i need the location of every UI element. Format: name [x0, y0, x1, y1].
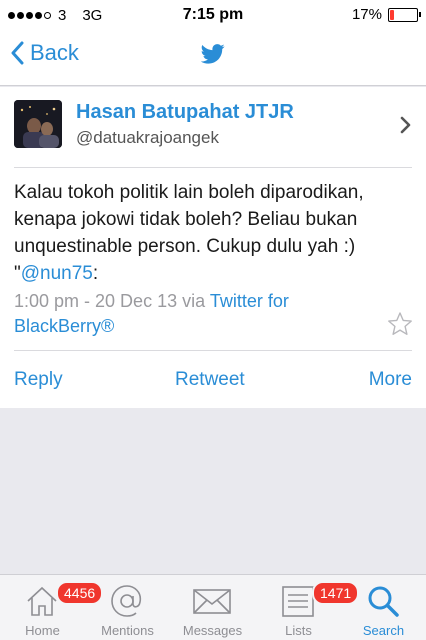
tab-home-label: Home [25, 623, 60, 638]
tweet-actions: Reply Retweet More [14, 367, 412, 395]
tweet-detail-card: Hasan Batupahat JTJR @datuakrajoangek Ka… [0, 87, 426, 408]
at-icon [111, 585, 142, 617]
status-bar: 3 3G 7:15 pm 17% [0, 0, 426, 30]
divider [14, 350, 412, 351]
tab-lists-label: Lists [285, 623, 312, 638]
favorite-star-icon[interactable] [387, 311, 413, 337]
tweet-timestamp: 1:00 pm - 20 Dec 13 [14, 291, 178, 311]
tab-lists[interactable]: 1471 Lists [256, 575, 360, 640]
mention-link[interactable]: @nun75 [21, 263, 93, 284]
author-handle: @datuakrajoangek [76, 128, 219, 147]
home-icon [27, 586, 57, 616]
tweet-text-tail: : [92, 263, 99, 284]
avatar[interactable] [14, 100, 62, 148]
tab-home[interactable]: 4456 Home [0, 575, 104, 640]
chevron-left-icon [11, 41, 24, 65]
list-icon [282, 586, 314, 617]
tweet-meta: 1:00 pm - 20 Dec 13 via Twitter for Blac… [14, 289, 384, 339]
tab-search-label: Search [362, 623, 405, 638]
battery-area: 17% [351, 6, 421, 23]
reply-button[interactable]: Reply [14, 369, 63, 391]
back-label: Back [30, 40, 79, 65]
tab-search[interactable]: Search [341, 575, 426, 640]
search-icon [368, 586, 399, 617]
battery-percent: 17% [351, 6, 382, 23]
tab-messages-label: Messages [182, 623, 243, 638]
navigation-bar: Back [0, 30, 426, 86]
retweet-button[interactable]: Retweet [175, 369, 245, 391]
via-label: via [182, 291, 206, 311]
tab-messages[interactable]: Messages [170, 575, 255, 640]
author-name[interactable]: Hasan Batupahat JTJR [76, 101, 294, 124]
battery-icon [388, 7, 421, 22]
tab-mentions-label: Mentions [101, 623, 154, 638]
more-button[interactable]: More [369, 369, 412, 391]
tweet-text: Kalau tokoh politik lain boleh diparodik… [14, 179, 404, 287]
tab-bar: 4456 Home Mentions Messages 1471 Lists S… [0, 574, 426, 640]
envelope-icon [193, 589, 231, 614]
chevron-right-icon [400, 116, 411, 134]
author-row[interactable]: Hasan Batupahat JTJR @datuakrajoangek [14, 100, 412, 168]
tab-mentions[interactable]: Mentions [85, 575, 170, 640]
twitter-bird-icon [201, 44, 225, 64]
back-button[interactable]: Back [10, 40, 79, 66]
